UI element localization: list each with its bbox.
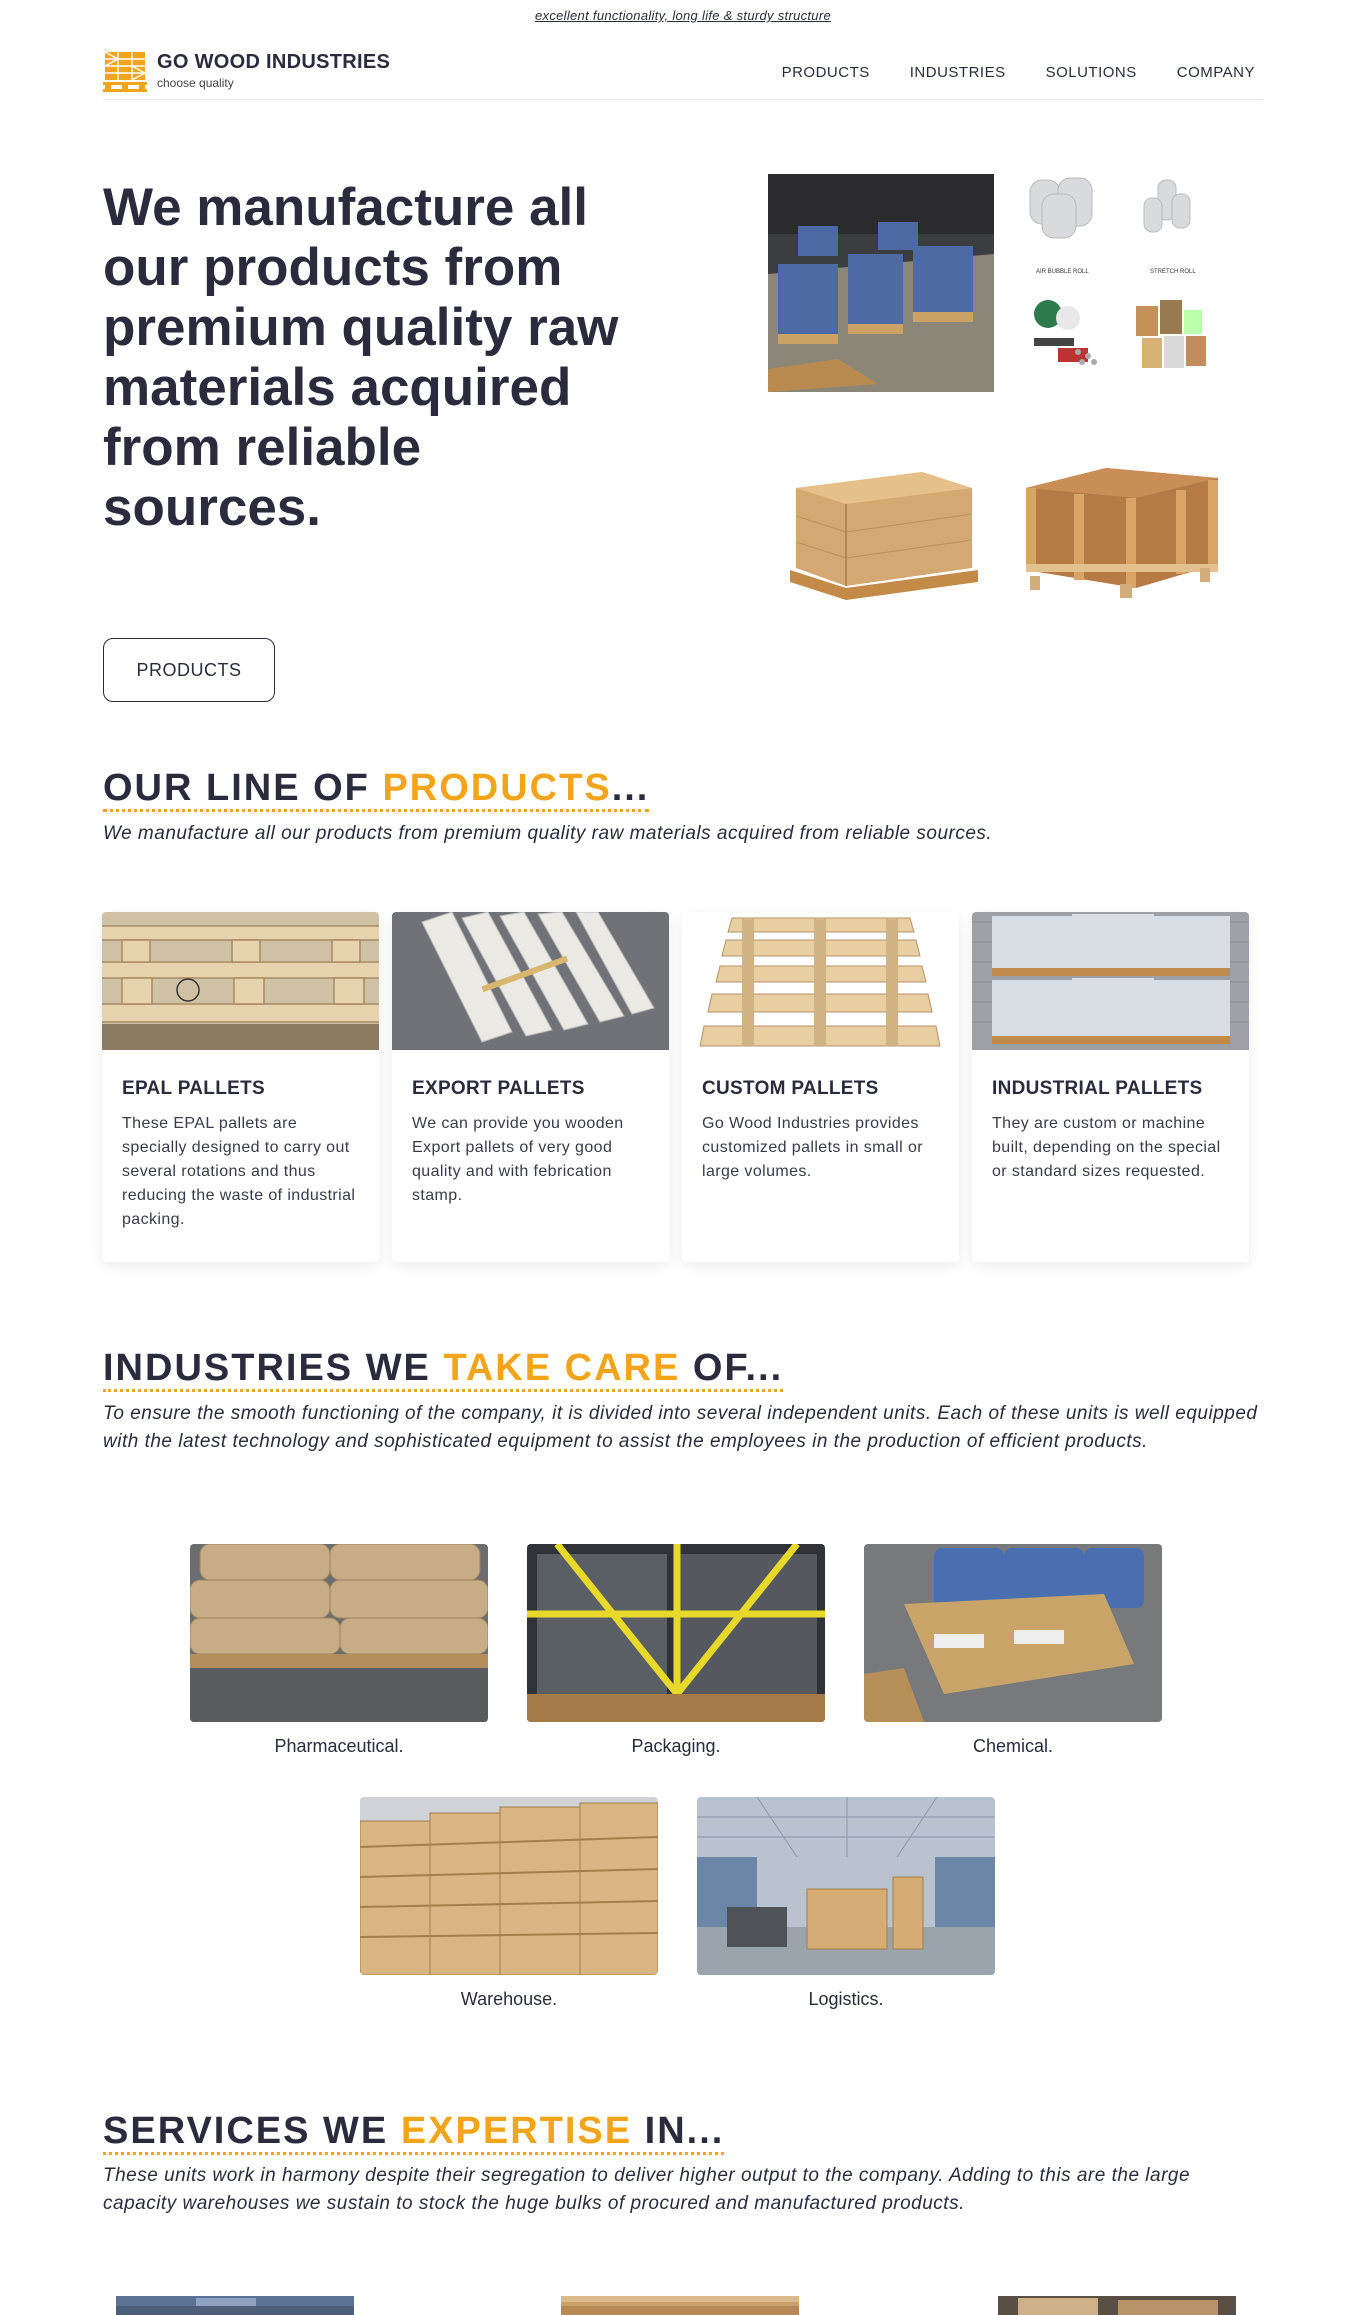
service-image-2 <box>561 2296 799 2315</box>
product-card[interactable]: EXPORT PALLETS We can provide you wooden… <box>392 912 669 1262</box>
hero-title: We manufacture all our products from pre… <box>103 178 619 537</box>
services-title-part1: SERVICES WE <box>103 2110 401 2152</box>
nav-industries[interactable]: INDUSTRIES <box>910 64 1006 81</box>
product-card-text: Go Wood Industries provides customized p… <box>702 1115 923 1180</box>
service-image-3 <box>998 2296 1236 2315</box>
hero-products-button[interactable]: PRODUCTS <box>103 638 275 702</box>
hero-image-boxes-pallet <box>772 458 994 610</box>
nav-company[interactable]: COMPANY <box>1177 64 1255 81</box>
industry-item-pharmaceutical[interactable]: Pharmaceutical. <box>190 1544 488 1757</box>
service-image-1 <box>116 2296 354 2315</box>
custom-pallets-image <box>682 912 959 1050</box>
site-header: GO WOOD INDUSTRIES choose quality PRODUC… <box>103 44 1263 100</box>
product-card-title: INDUSTRIAL PALLETS <box>992 1078 1203 1099</box>
epal-pallets-image <box>102 912 379 1050</box>
industries-title-part1: INDUSTRIES WE <box>103 1347 444 1389</box>
industry-label: Logistics. <box>808 1989 884 2009</box>
product-card-title: EXPORT PALLETS <box>412 1078 585 1099</box>
industry-label: Pharmaceutical. <box>274 1736 404 1756</box>
brand-tagline: choose quality <box>157 75 234 90</box>
industries-section-title: INDUSTRIES WE TAKE CARE OF... <box>103 1347 784 1392</box>
pallet-logo-icon <box>103 48 147 92</box>
nav-products[interactable]: PRODUCTS <box>782 64 870 81</box>
hero-image-packaging-rolls: AIR BUBBLE ROLL STRETCH ROLL <box>1018 170 1232 396</box>
product-card[interactable]: EPAL PALLETS These EPAL pallets are spec… <box>102 912 379 1262</box>
hero-image-wooden-crate <box>1016 452 1234 604</box>
industry-item-warehouse[interactable]: Warehouse. <box>360 1797 658 2010</box>
product-card-title: EPAL PALLETS <box>122 1078 265 1099</box>
industries-title-part3: OF... <box>692 1347 784 1389</box>
product-card-text: These EPAL pallets are specially designe… <box>122 1115 356 1228</box>
brand-name: GO WOOD INDUSTRIES <box>157 50 391 73</box>
warehouse-image <box>360 1797 658 1975</box>
products-title-part2: PRODUCTS <box>382 767 612 809</box>
industries-section-subtitle: To ensure the smooth functioning of the … <box>103 1403 1258 1452</box>
products-title-part1: OUR LINE OF <box>103 767 383 809</box>
logistics-image <box>697 1797 995 1975</box>
export-pallets-image <box>392 912 669 1050</box>
services-title-part3: IN... <box>644 2110 725 2152</box>
product-card-text: They are custom or machine built, depend… <box>992 1115 1221 1180</box>
packaging-image <box>527 1544 825 1722</box>
products-title-part3: ... <box>611 767 650 809</box>
products-section-subtitle: We manufacture all our products from pre… <box>103 823 993 844</box>
product-card[interactable]: INDUSTRIAL PALLETS They are custom or ma… <box>972 912 1249 1262</box>
brand-logo[interactable]: GO WOOD INDUSTRIES choose quality <box>103 48 390 92</box>
industrial-pallets-image <box>972 912 1249 1050</box>
services-section-subtitle: These units work in harmony despite thei… <box>103 2165 1191 2214</box>
industry-label: Warehouse. <box>460 1989 558 2009</box>
pharmaceutical-image <box>190 1544 488 1722</box>
services-title-part2: EXPERTISE <box>400 2110 645 2152</box>
top-tagline: excellent functionality, long life & stu… <box>534 8 831 23</box>
product-card-title: CUSTOM PALLETS <box>702 1078 879 1099</box>
hero-image-warehouse <box>768 174 994 392</box>
industry-item-chemical[interactable]: Chemical. <box>864 1544 1162 1757</box>
industry-item-logistics[interactable]: Logistics. <box>697 1797 995 2010</box>
product-card-text: We can provide you wooden Export pallets… <box>412 1115 624 1204</box>
product-card[interactable]: CUSTOM PALLETS Go Wood Industries provid… <box>682 912 959 1262</box>
services-section-title: SERVICES WE EXPERTISE IN... <box>103 2110 725 2155</box>
industries-title-part2: TAKE CARE <box>443 1347 693 1389</box>
industry-item-packaging[interactable]: Packaging. <box>527 1544 825 1757</box>
chemical-image <box>864 1544 1162 1722</box>
nav-solutions[interactable]: SOLUTIONS <box>1046 64 1137 81</box>
air-bubble-roll-label: AIR BUBBLE ROLL <box>1036 269 1089 275</box>
industry-label: Packaging. <box>631 1736 721 1756</box>
products-section-title: OUR LINE OF PRODUCTS... <box>103 767 650 812</box>
stretch-roll-label: STRETCH ROLL <box>1150 269 1196 275</box>
main-nav: PRODUCTS INDUSTRIES SOLUTIONS COMPANY <box>782 64 1255 81</box>
industry-label: Chemical. <box>972 1736 1054 1756</box>
